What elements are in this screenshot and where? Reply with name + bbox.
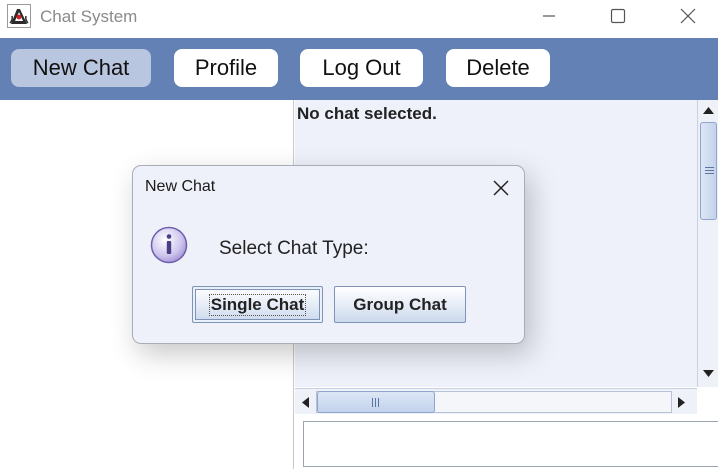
title-bar: Chat System: [0, 0, 718, 32]
arrow-left-icon: [301, 396, 309, 408]
dialog-title: New Chat: [145, 178, 216, 195]
message-input[interactable]: [303, 421, 718, 467]
scroll-right-arrow[interactable]: [671, 392, 691, 412]
scroll-up-arrow[interactable]: [698, 100, 718, 120]
single-chat-label: Single Chat: [208, 293, 307, 316]
close-button[interactable]: [665, 0, 711, 32]
arrow-right-icon: [677, 396, 685, 408]
maximize-icon: [610, 8, 626, 24]
dialog-message: Select Chat Type:: [219, 238, 369, 259]
arrow-down-icon: [703, 369, 714, 377]
scroll-left-arrow[interactable]: [295, 392, 315, 412]
java-duke-icon: [7, 4, 31, 28]
profile-button[interactable]: Profile: [174, 49, 278, 87]
close-icon: [493, 180, 509, 196]
vertical-scroll-thumb[interactable]: [700, 122, 717, 220]
close-icon: [680, 8, 696, 24]
toolbar: New Chat Profile Log Out Delete: [0, 38, 718, 100]
horizontal-scrollbar[interactable]: [295, 388, 697, 414]
log-out-button[interactable]: Log Out: [300, 49, 423, 87]
vertical-scrollbar[interactable]: [697, 100, 718, 387]
new-chat-dialog: New Chat Select Chat Type: Single Chat G…: [132, 165, 525, 344]
delete-button[interactable]: Delete: [446, 49, 550, 87]
window-title: Chat System: [40, 7, 138, 26]
chat-status-text: No chat selected.: [297, 104, 437, 123]
minimize-icon: [543, 15, 555, 17]
single-chat-button[interactable]: Single Chat: [192, 286, 323, 323]
arrow-up-icon: [703, 106, 714, 114]
group-chat-button[interactable]: Group Chat: [334, 286, 466, 323]
info-icon: [150, 226, 188, 264]
horizontal-scroll-thumb[interactable]: [317, 391, 435, 413]
new-chat-button[interactable]: New Chat: [11, 49, 151, 87]
scroll-corner: [697, 388, 718, 414]
maximize-button[interactable]: [595, 0, 641, 32]
dialog-close-button[interactable]: [488, 175, 514, 201]
minimize-button[interactable]: [526, 0, 572, 32]
scroll-down-arrow[interactable]: [698, 363, 718, 383]
